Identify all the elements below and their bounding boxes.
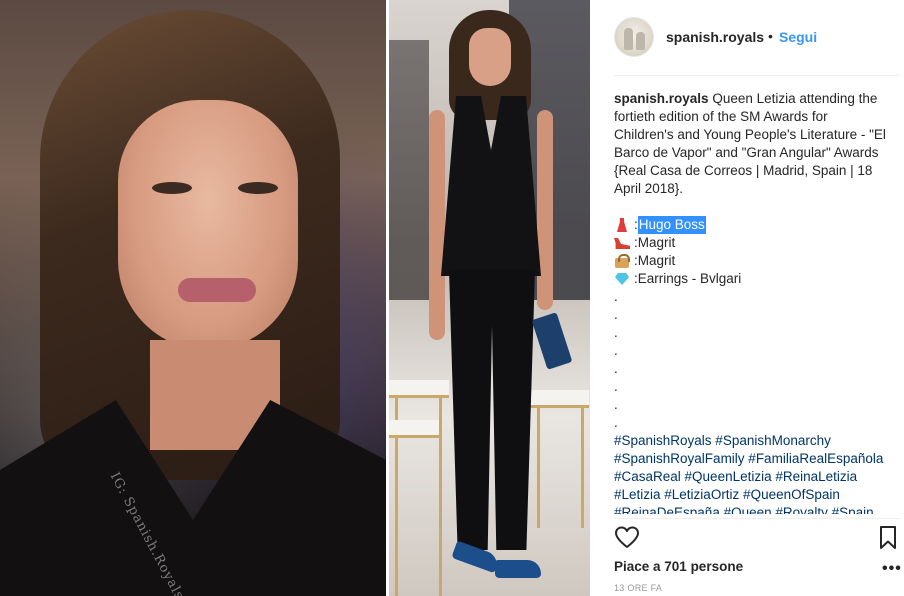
portrait-photo: IG: Spanish.Royals <box>0 0 386 596</box>
outfit-item: : Earrings - Bvlgari <box>614 270 888 288</box>
caption-dot: . <box>614 343 618 358</box>
avatar[interactable] <box>614 17 654 57</box>
chair <box>389 420 439 438</box>
hashtag-line[interactable]: #SpanishRoyalFamily #FamiliaRealEspañola <box>614 450 888 468</box>
person-arm <box>537 110 553 310</box>
outfit-item-label: Earrings - Bvlgari <box>637 271 742 286</box>
chair-leg <box>439 398 442 596</box>
caption-text: Queen Letizia attending the fortieth edi… <box>614 91 886 196</box>
post-timestamp[interactable]: 13 ORE FA <box>614 583 662 593</box>
high-heel-emoji-icon <box>614 236 630 250</box>
bookmark-icon[interactable] <box>877 525 899 551</box>
header-separator: • <box>768 28 773 44</box>
background-crowd-left <box>389 40 429 300</box>
avatar-figure <box>624 28 633 50</box>
hashtag-line[interactable]: #SpanishRoyals #SpanishMonarchy <box>614 432 888 450</box>
lips <box>178 278 256 302</box>
post-details-panel: spanish.royals • Segui spanish.royals Qu… <box>600 0 904 596</box>
post-header: spanish.royals • Segui <box>600 0 904 76</box>
outfit-item-label-highlighted: Hugo Boss <box>637 216 706 234</box>
chair-leg <box>581 408 584 528</box>
caption-dot: . <box>614 325 618 340</box>
follow-button[interactable]: Segui <box>779 29 817 45</box>
outfit-item: : Magrit <box>614 234 888 252</box>
hashtags: #SpanishRoyals #SpanishMonarchy #Spanish… <box>614 432 888 514</box>
face <box>118 100 298 350</box>
outfit-item-label: Magrit <box>637 235 676 250</box>
right-eye <box>238 182 278 194</box>
outfit-item: : Hugo Boss <box>614 216 888 234</box>
caption: spanish.royals Queen Letizia attending t… <box>614 90 888 514</box>
caption-username[interactable]: spanish.royals <box>614 91 709 106</box>
caption-dot: . <box>614 379 618 394</box>
blue-clutch <box>531 312 573 370</box>
blue-shoe <box>495 560 541 578</box>
post-image[interactable]: IG: Spanish.Royals <box>0 0 590 596</box>
black-jumpsuit-legs <box>449 270 535 550</box>
person-face <box>469 28 511 86</box>
gem-emoji-icon <box>614 272 630 286</box>
avatar-figure <box>636 32 645 50</box>
outfit-item: : Magrit <box>614 252 888 270</box>
heart-icon[interactable] <box>614 525 640 551</box>
hashtag-line[interactable]: #Letizia #LetiziaOrtiz #QueenOfSpain <box>614 486 888 504</box>
hashtag-line[interactable]: #ReinaDeEspaña #Queen #Royalty #Spain <box>614 504 888 514</box>
left-eye <box>152 182 192 194</box>
black-jumpsuit-top <box>441 96 541 276</box>
more-options-icon[interactable]: ••• <box>882 560 902 578</box>
caption-text-block: spanish.royals Queen Letizia attending t… <box>614 90 888 198</box>
caption-dot: . <box>614 397 618 412</box>
header-divider <box>614 75 900 76</box>
caption-dot: . <box>614 415 618 430</box>
handbag-emoji-icon <box>614 254 630 268</box>
caption-dot: . <box>614 307 618 322</box>
caption-dot: . <box>614 361 618 376</box>
chair <box>389 380 449 398</box>
header-username[interactable]: spanish.royals <box>666 29 764 45</box>
chair-leg <box>537 408 540 528</box>
actions-divider <box>614 518 900 519</box>
hashtag-line[interactable]: #CasaReal #QueenLetizia #ReinaLetizia <box>614 468 888 486</box>
full-length-photo <box>389 0 590 596</box>
caption-dot: . <box>614 289 618 304</box>
dress-emoji-icon <box>614 218 630 232</box>
person-arm <box>429 110 445 340</box>
likes-count[interactable]: Piace a 701 persone <box>614 559 743 574</box>
chair <box>529 390 589 408</box>
outfit-item-label: Magrit <box>637 253 676 268</box>
